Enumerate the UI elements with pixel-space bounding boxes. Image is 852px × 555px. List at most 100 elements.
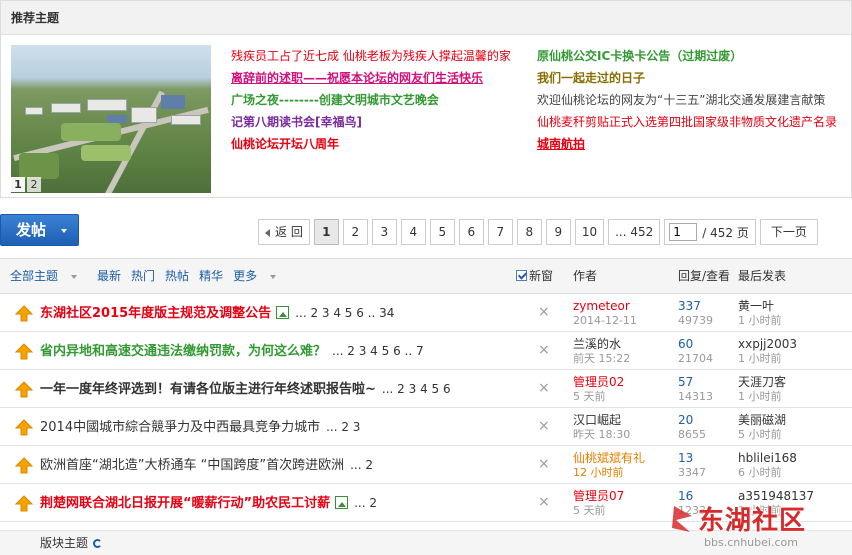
page-10-button[interactable]: 10 — [574, 219, 605, 245]
reply-count[interactable]: 20 — [678, 413, 706, 427]
photo-pager: 1 2 — [11, 177, 41, 192]
new-window-toggle[interactable]: 新窗 — [516, 259, 553, 294]
page-6-button[interactable]: 6 — [458, 219, 484, 245]
author-name[interactable]: 兰溪的水 — [573, 337, 630, 351]
reply-count[interactable]: 60 — [678, 337, 713, 351]
last-poster[interactable]: 天涯刀客 — [738, 375, 786, 389]
recommended-link[interactable]: 残疾员工占了近七成 仙桃老板为残疾人撑起温馨的家 — [231, 49, 511, 63]
thread-title-link[interactable]: 荆楚网联合湖北日报开展“暖薪行动”助农民工讨薪 — [40, 496, 330, 511]
last-poster[interactable]: 美丽磁湖 — [738, 413, 786, 427]
page-1-button[interactable]: 1 — [313, 219, 339, 245]
folder-up-icon[interactable] — [14, 343, 34, 360]
author-name[interactable]: 管理员02 — [573, 375, 624, 389]
column-last-post: 最后发表 — [738, 269, 787, 283]
reply-count[interactable]: 13 — [678, 451, 706, 465]
next-page-button[interactable]: 下一页 — [759, 219, 818, 245]
back-button[interactable]: 返 回 — [258, 219, 310, 245]
thread-pages[interactable]: ... 2 3 4 5 6 — [382, 382, 451, 396]
last-post-time[interactable]: 5 小时前 — [738, 428, 786, 442]
filter-hot-posts[interactable]: 热帖 — [165, 269, 189, 283]
recommended-link[interactable]: 离辞前的述职——祝愿本论坛的网友们生活快乐 — [231, 71, 483, 85]
thread-pages[interactable]: ... 2 3 4 5 6 .. 7 — [332, 344, 424, 358]
close-icon[interactable]: × — [538, 418, 550, 434]
thread-title-link[interactable]: 东湖社区2015年度版主规范及调整公告 — [40, 306, 271, 321]
recommended-link[interactable]: 仙桃论坛开坛八周年 — [231, 137, 339, 151]
last-page-button[interactable]: ... 452 — [608, 219, 661, 245]
page-jump: / 452 页 — [664, 219, 756, 245]
thread-author: 兰溪的水 前天 15:22 — [573, 337, 630, 366]
last-post-time[interactable]: 1 小时前 — [738, 314, 782, 328]
recommended-link[interactable]: 城南航拍 — [537, 137, 585, 151]
last-poster[interactable]: 黄一叶 — [738, 299, 782, 313]
reply-count[interactable]: 337 — [678, 299, 713, 313]
thread-pages[interactable]: ... 2 3 4 5 6 .. 34 — [295, 306, 394, 320]
close-icon[interactable]: × — [538, 380, 550, 396]
thread-list: 东湖社区2015年度版主规范及调整公告 ... 2 3 4 5 6 .. 34 × z… — [0, 294, 852, 522]
page-total: / 452 页 — [702, 225, 749, 240]
recommended-link[interactable]: 我们一起走过的日子 — [537, 71, 645, 85]
page-4-button[interactable]: 4 — [400, 219, 426, 245]
recommended-link[interactable]: 欢迎仙桃论坛的网友为“十三五”湖北交通发展建言献策 — [537, 93, 825, 107]
author-name[interactable]: 汉口崛起 — [573, 413, 630, 427]
page-5-button[interactable]: 5 — [429, 219, 455, 245]
folder-up-icon[interactable] — [14, 305, 34, 322]
thread-row[interactable]: 一年一度年终评选到！有请各位版主进行年终述职报告啦~ ... 2 3 4 5 6 ×… — [0, 370, 852, 408]
page-2-button[interactable]: 2 — [342, 219, 368, 245]
last-post-time[interactable]: 6 小时前 — [738, 466, 797, 480]
page-9-button[interactable]: 9 — [545, 219, 571, 245]
thread-row[interactable]: 东湖社区2015年度版主规范及调整公告 ... 2 3 4 5 6 .. 34 × z… — [0, 294, 852, 332]
author-name[interactable]: 管理员07 — [573, 489, 624, 503]
page-8-button[interactable]: 8 — [516, 219, 542, 245]
folder-up-icon[interactable] — [14, 381, 34, 398]
thread-row[interactable]: 省内异地和高速交通违法缴纳罚款，为何这么难？ ... 2 3 4 5 6 .. 7… — [0, 332, 852, 370]
author-name[interactable]: 仙桃斌斌有礼 — [573, 451, 645, 465]
page-3-button[interactable]: 3 — [371, 219, 397, 245]
filter-all[interactable]: 全部主题 — [10, 269, 87, 283]
recommended-photo[interactable] — [11, 45, 211, 193]
post-date: 2014-12-11 — [573, 314, 637, 327]
close-icon[interactable]: × — [538, 494, 550, 510]
thread-stats: 60 21704 — [678, 337, 713, 366]
recommended-item: 欢迎仙桃论坛的网友为“十三五”湖北交通发展建言献策 — [537, 89, 847, 111]
thread-title-link[interactable]: 欧洲首座“湖北造”大桥通车 “中国跨度”首次跨进欧洲 — [40, 458, 344, 473]
thread-title-link[interactable]: 2014中國城市綜合競爭力及中西最具竞争力城市 — [40, 420, 320, 435]
close-icon[interactable]: × — [538, 304, 550, 320]
close-icon[interactable]: × — [538, 456, 550, 472]
photo-page-2[interactable]: 2 — [27, 177, 41, 192]
thread-title-link[interactable]: 一年一度年终评选到！有请各位版主进行年终述职报告啦~ — [40, 382, 376, 397]
checkbox-icon[interactable] — [516, 270, 527, 281]
page-jump-input[interactable] — [669, 223, 698, 241]
thread-stats: 20 8655 — [678, 413, 706, 442]
refresh-icon[interactable] — [93, 539, 103, 548]
page-7-button[interactable]: 7 — [487, 219, 513, 245]
last-poster[interactable]: xxpjj2003 — [738, 337, 797, 351]
forum-threads-label[interactable]: 版块主题 — [40, 531, 103, 555]
recommended-link[interactable]: 仙桃麦秆剪贴正式入选第四批国家级非物质文化遗产名录 — [537, 115, 837, 129]
thread-title-link[interactable]: 省内异地和高速交通违法缴纳罚款，为何这么难？ — [40, 344, 326, 359]
recommended-link[interactable]: 广场之夜--------创建文明城市文艺晚会 — [231, 93, 439, 107]
last-post-time[interactable]: 1 小时前 — [738, 390, 786, 404]
thread-row[interactable]: 欧洲首座“湖北造”大桥通车 “中国跨度”首次跨进欧洲 ... 2 × 仙桃斌斌有礼 12… — [0, 446, 852, 484]
folder-up-icon[interactable] — [14, 457, 34, 474]
filter-hot[interactable]: 热门 — [131, 269, 155, 283]
pagination: 返 回 12345678910... 452 / 452 页下一页 — [258, 219, 818, 245]
folder-up-icon[interactable] — [14, 495, 34, 512]
folder-up-icon[interactable] — [14, 419, 34, 436]
filter-digest[interactable]: 精华 — [199, 269, 223, 283]
recommended-link[interactable]: 原仙桃公交IC卡换卡公告（过期过废） — [537, 49, 742, 63]
thread-title-cell: 省内异地和高速交通违法缴纳罚款，为何这么难？ ... 2 3 4 5 6 .. 7 — [40, 332, 424, 371]
thread-pages[interactable]: ... 2 3 — [326, 420, 360, 434]
filter-more[interactable]: 更多 — [233, 269, 286, 283]
last-post-time[interactable]: 1 小时前 — [738, 352, 797, 366]
post-button[interactable]: 发帖 — [0, 214, 79, 246]
close-icon[interactable]: × — [538, 342, 550, 358]
filter-latest[interactable]: 最新 — [97, 269, 121, 283]
author-name[interactable]: zymeteor — [573, 299, 637, 313]
thread-pages[interactable]: ... 2 — [354, 496, 377, 510]
last-poster[interactable]: hblilei168 — [738, 451, 797, 465]
recommended-link[interactable]: 记第八期读书会[幸福鸟] — [231, 115, 362, 129]
reply-count[interactable]: 57 — [678, 375, 713, 389]
thread-row[interactable]: 2014中國城市綜合競爭力及中西最具竞争力城市 ... 2 3 × 汉口崛起 昨天 18… — [0, 408, 852, 446]
photo-page-1[interactable]: 1 — [11, 177, 25, 192]
thread-pages[interactable]: ... 2 — [350, 458, 373, 472]
